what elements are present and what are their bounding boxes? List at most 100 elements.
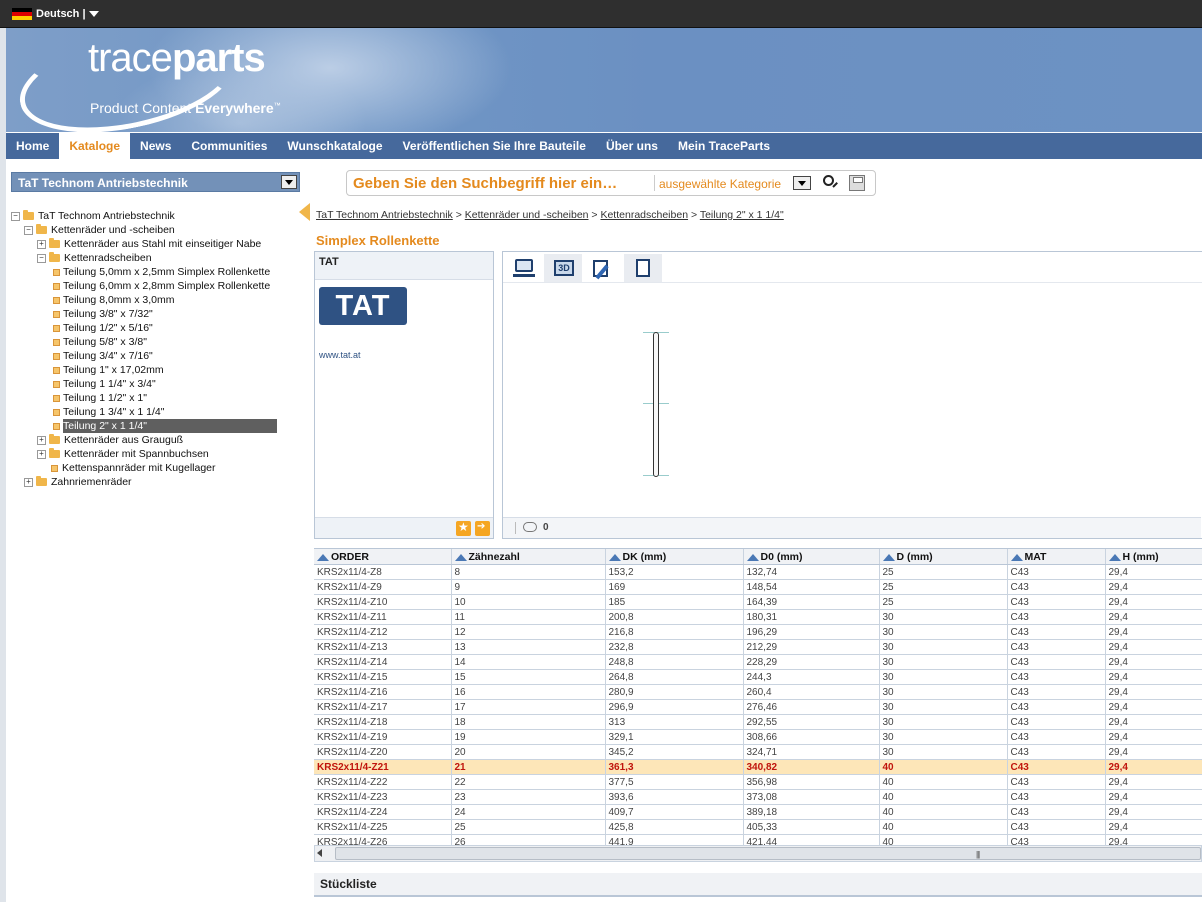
- sort-icon[interactable]: [1010, 553, 1023, 561]
- collapse-icon[interactable]: −: [11, 212, 20, 221]
- table-row[interactable]: KRS2x11/4-Z13 13 232,8 212,29 30 C43 29,4: [314, 639, 1202, 655]
- table-row[interactable]: KRS2x11/4-Z9 9 169 148,54 25 C43 29,4: [314, 579, 1202, 595]
- supplier-logo[interactable]: TAT: [319, 287, 407, 325]
- table-row[interactable]: KRS2x11/4-Z20 20 345,2 324,71 30 C43 29,4: [314, 744, 1202, 760]
- table-row[interactable]: KRS2x11/4-Z19 19 329,1 308,66 30 C43 29,4: [314, 729, 1202, 745]
- tree-item[interactable]: − Kettenräder und -scheiben: [11, 223, 301, 237]
- table-row[interactable]: KRS2x11/4-Z24 24 409,7 389,18 40 C43 29,4: [314, 804, 1202, 820]
- column-header-d0-mm[interactable]: D0 (mm): [743, 549, 880, 565]
- tree-item[interactable]: Teilung 1" x 17,02mm: [11, 363, 301, 377]
- sort-icon[interactable]: [608, 553, 621, 561]
- category-dropdown-icon[interactable]: [793, 176, 811, 190]
- tree-item[interactable]: − Kettenradscheiben: [11, 251, 301, 265]
- tree-item[interactable]: Teilung 1 3/4" x 1 1/4": [11, 405, 301, 419]
- table-row[interactable]: KRS2x11/4-Z23 23 393,6 373,08 40 C43 29,4: [314, 789, 1202, 805]
- 3d-view-icon[interactable]: [544, 254, 582, 282]
- table-row[interactable]: KRS2x11/4-Z14 14 248,8 228,29 30 C43 29,4: [314, 654, 1202, 670]
- monitor-icon[interactable]: [505, 254, 543, 282]
- search-icon[interactable]: [823, 175, 834, 186]
- supplier-url[interactable]: www.tat.at: [319, 350, 361, 360]
- horizontal-scrollbar[interactable]: |||: [314, 845, 1202, 862]
- table-row[interactable]: KRS2x11/4-Z16 16 280,9 260,4 30 C43 29,4: [314, 684, 1202, 700]
- sort-icon[interactable]: [317, 553, 329, 561]
- table-row[interactable]: KRS2x11/4-Z10 10 185 164,39 25 C43 29,4: [314, 594, 1202, 610]
- tree-item[interactable]: Kettenspannräder mit Kugellager: [11, 461, 301, 475]
- column-header-h-mm[interactable]: H (mm): [1105, 549, 1202, 565]
- document-icon[interactable]: [624, 254, 662, 282]
- column-header-dk-mm[interactable]: DK (mm): [605, 549, 744, 565]
- expand-icon[interactable]: +: [37, 240, 46, 249]
- tree-item[interactable]: Teilung 1/2" x 5/16": [11, 321, 301, 335]
- tree-item[interactable]: Teilung 1 1/4" x 3/4": [11, 377, 301, 391]
- tree-item[interactable]: Teilung 5/8" x 3/8": [11, 335, 301, 349]
- collapse-panel-icon[interactable]: [299, 203, 310, 221]
- nav-item-news[interactable]: News: [130, 133, 181, 159]
- table-row[interactable]: KRS2x11/4-Z22 22 377,5 356,98 40 C43 29,4: [314, 774, 1202, 790]
- table-row[interactable]: KRS2x11/4-Z8 8 153,2 132,74 25 C43 29,4: [314, 564, 1202, 580]
- part-preview[interactable]: [653, 332, 659, 477]
- expand-icon[interactable]: +: [37, 436, 46, 445]
- breadcrumb-link[interactable]: Kettenräder und -scheiben: [465, 209, 589, 221]
- save-search-icon[interactable]: [849, 175, 865, 191]
- nav-item-über-uns[interactable]: Über uns: [596, 133, 668, 159]
- column-header-d-mm[interactable]: D (mm): [879, 549, 1008, 565]
- next-arrow-icon[interactable]: [475, 521, 490, 536]
- favorite-icon[interactable]: [456, 520, 471, 536]
- tree-item[interactable]: Teilung 3/4" x 7/16": [11, 349, 301, 363]
- tree-item[interactable]: Teilung 6,0mm x 2,8mm Simplex Rollenkett…: [11, 279, 301, 293]
- table-cell: 340,82: [743, 759, 880, 775]
- nav-item-wunschkataloge[interactable]: Wunschkataloge: [277, 133, 392, 159]
- column-header-mat[interactable]: MAT: [1007, 549, 1106, 565]
- tree-item[interactable]: Teilung 3/8" x 7/32": [11, 307, 301, 321]
- language-selector[interactable]: Deutsch |: [12, 7, 99, 21]
- table-cell: 232,8: [605, 639, 744, 655]
- tree-item[interactable]: + Zahnriemenräder: [11, 475, 301, 489]
- edit-icon[interactable]: [583, 254, 621, 282]
- table-row[interactable]: KRS2x11/4-Z21 21 361,3 340,82 40 C43 29,4: [314, 759, 1202, 775]
- table-cell: 25: [879, 579, 1008, 595]
- nav-item-veröffentlichen-sie-ihre-bauteile[interactable]: Veröffentlichen Sie Ihre Bauteile: [393, 133, 596, 159]
- scroll-left-icon[interactable]: [317, 849, 322, 857]
- tree-item[interactable]: + Kettenräder mit Spannbuchsen: [11, 447, 301, 461]
- search-category[interactable]: ausgewählte Kategorie: [659, 177, 781, 191]
- nav-item-home[interactable]: Home: [6, 133, 59, 159]
- tree-item[interactable]: − TaT Technom Antriebstechnik: [11, 209, 301, 223]
- scroll-thumb[interactable]: |||: [335, 847, 1201, 860]
- breadcrumb-link[interactable]: Teilung 2" x 1 1/4": [700, 209, 784, 221]
- table-row[interactable]: KRS2x11/4-Z11 11 200,8 180,31 30 C43 29,4: [314, 609, 1202, 625]
- table-row[interactable]: KRS2x11/4-Z26 26 441,9 421,44 40 C43 29,4: [314, 834, 1202, 845]
- table-row[interactable]: KRS2x11/4-Z12 12 216,8 196,29 30 C43 29,4: [314, 624, 1202, 640]
- table-row[interactable]: KRS2x11/4-Z18 18 313 292,55 30 C43 29,4: [314, 714, 1202, 730]
- tree-item[interactable]: + Kettenräder aus Grauguß: [11, 433, 301, 447]
- collapse-icon[interactable]: −: [24, 226, 33, 235]
- tree-item[interactable]: Teilung 1 1/2" x 1": [11, 391, 301, 405]
- table-row[interactable]: KRS2x11/4-Z25 25 425,8 405,33 40 C43 29,4: [314, 819, 1202, 835]
- nav-item-communities[interactable]: Communities: [181, 133, 277, 159]
- nav-item-kataloge[interactable]: Kataloge: [59, 133, 131, 159]
- breadcrumb-link[interactable]: Kettenradscheiben: [600, 209, 688, 221]
- sort-icon[interactable]: [1108, 553, 1121, 561]
- tree-item[interactable]: + Kettenräder aus Stahl mit einseitiger N…: [11, 237, 301, 251]
- column-header-order[interactable]: ORDER: [314, 549, 452, 565]
- breadcrumb-link[interactable]: TaT Technom Antriebstechnik: [316, 209, 453, 221]
- collapse-icon[interactable]: −: [37, 254, 46, 263]
- sort-icon[interactable]: [454, 553, 467, 561]
- expand-icon[interactable]: +: [37, 450, 46, 459]
- sort-icon[interactable]: [882, 553, 895, 561]
- table-cell: 280,9: [605, 684, 744, 700]
- tree-item[interactable]: Teilung 5,0mm x 2,5mm Simplex Rollenkett…: [11, 265, 301, 279]
- tree-item[interactable]: Teilung 2" x 1 1/4": [11, 419, 301, 433]
- table-cell: 313: [605, 714, 744, 730]
- sort-icon[interactable]: [746, 553, 759, 561]
- traceparts-logo[interactable]: traceparts: [88, 36, 266, 81]
- nav-item-mein-traceparts[interactable]: Mein TraceParts: [668, 133, 780, 159]
- table-row[interactable]: KRS2x11/4-Z17 17 296,9 276,46 30 C43 29,4: [314, 699, 1202, 715]
- comment-icon[interactable]: [523, 522, 537, 532]
- search-input[interactable]: Geben Sie den Suchbegriff hier ein…: [353, 175, 617, 192]
- tree-item[interactable]: Teilung 8,0mm x 3,0mm: [11, 293, 301, 307]
- table-row[interactable]: KRS2x11/4-Z15 15 264,8 244,3 30 C43 29,4: [314, 669, 1202, 685]
- expand-icon[interactable]: +: [24, 478, 33, 487]
- column-header-zähnezahl[interactable]: Zähnezahl: [451, 549, 606, 565]
- dropdown-icon[interactable]: [281, 175, 297, 189]
- catalog-select[interactable]: TaT Technom Antriebstechnik: [11, 172, 300, 192]
